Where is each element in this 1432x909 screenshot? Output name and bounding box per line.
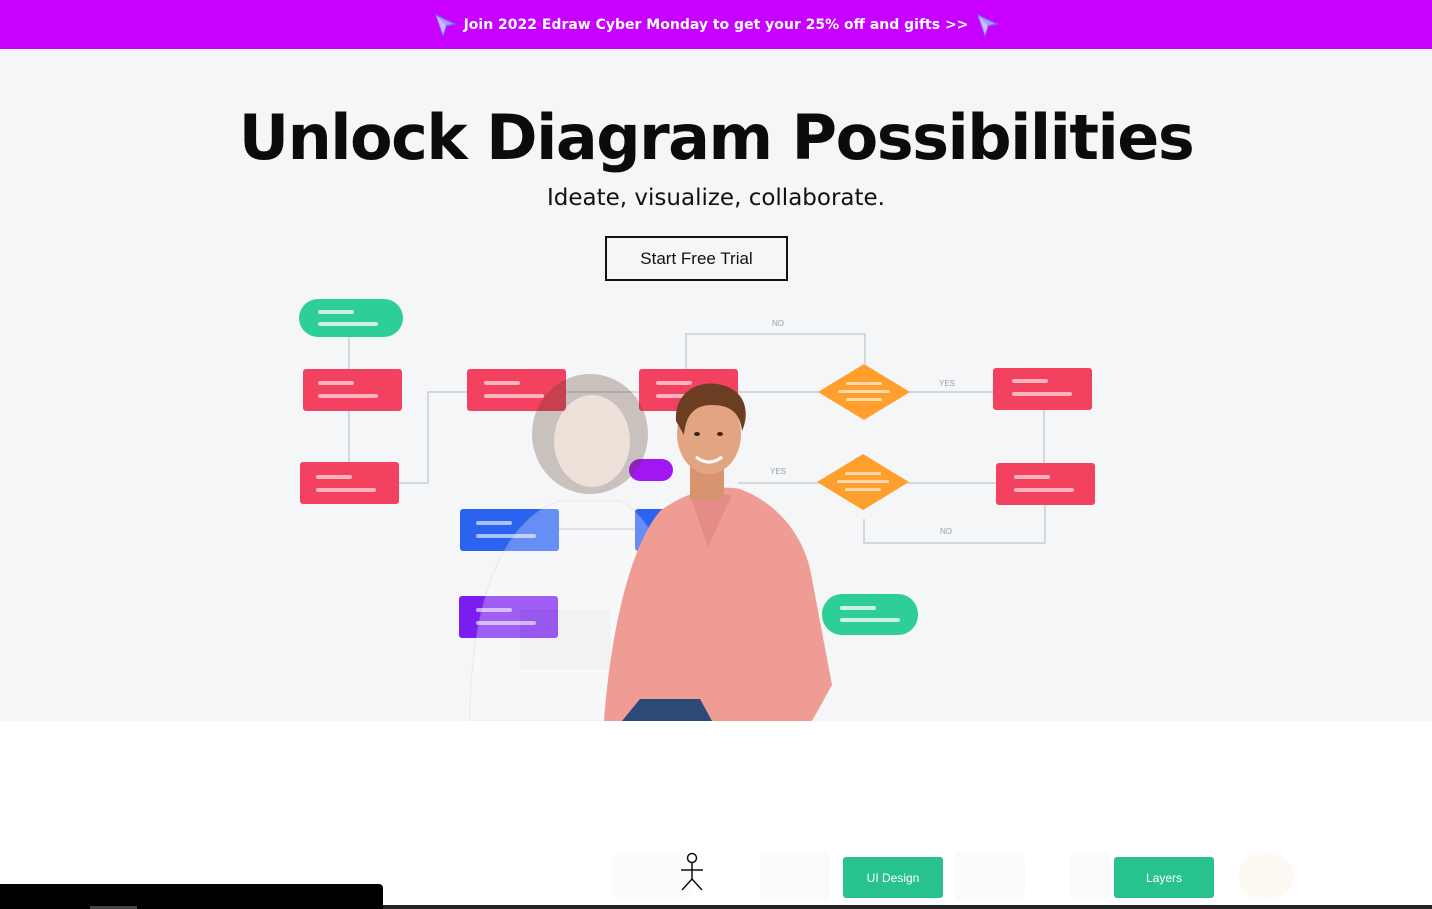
cursor-arrow-icon xyxy=(434,13,457,37)
placeholder-card xyxy=(1070,852,1110,900)
layers-tag[interactable]: Layers xyxy=(1114,857,1214,898)
label-yes-left: YES xyxy=(770,467,786,476)
decision-node xyxy=(818,364,910,420)
process-node xyxy=(467,369,566,411)
start-free-trial-button[interactable]: Start Free Trial xyxy=(605,236,788,281)
placeholder-card xyxy=(1238,852,1294,900)
label-no-top: NO xyxy=(772,319,784,328)
process-node xyxy=(996,463,1095,505)
hero-title: Unlock Diagram Possibilities xyxy=(238,101,1195,174)
process-node xyxy=(300,462,399,504)
process-node-blue xyxy=(460,509,559,551)
decision-node xyxy=(817,454,909,510)
hero-subtitle: Ideate, visualize, collaborate. xyxy=(547,185,885,211)
placeholder-card xyxy=(760,852,830,900)
label-no-bottom: NO xyxy=(940,527,952,536)
start-terminal-node xyxy=(299,299,403,337)
feature-showcase: UI Design Layers xyxy=(0,721,1432,909)
process-node xyxy=(639,369,738,411)
divider xyxy=(383,905,1432,909)
ui-design-tag[interactable]: UI Design xyxy=(843,857,943,898)
actor-icon xyxy=(681,852,703,891)
process-node xyxy=(303,369,402,411)
process-node xyxy=(993,368,1092,410)
cursor-arrow-icon xyxy=(977,13,1000,37)
promo-banner[interactable]: Join 2022 Edraw Cyber Monday to get your… xyxy=(0,0,1432,49)
promo-text: Join 2022 Edraw Cyber Monday to get your… xyxy=(463,16,969,33)
placeholder-card xyxy=(955,852,1025,900)
connector-pill-node xyxy=(629,459,673,481)
dark-panel-tab[interactable] xyxy=(0,884,383,909)
process-node-blue xyxy=(635,509,734,551)
process-node-purple xyxy=(459,596,558,638)
label-yes-right: YES xyxy=(939,379,955,388)
process-node-purple xyxy=(642,596,741,638)
end-terminal-node xyxy=(822,594,918,635)
hero-section: NO YES YES NO Unlock Diagram Possibiliti… xyxy=(0,49,1432,721)
